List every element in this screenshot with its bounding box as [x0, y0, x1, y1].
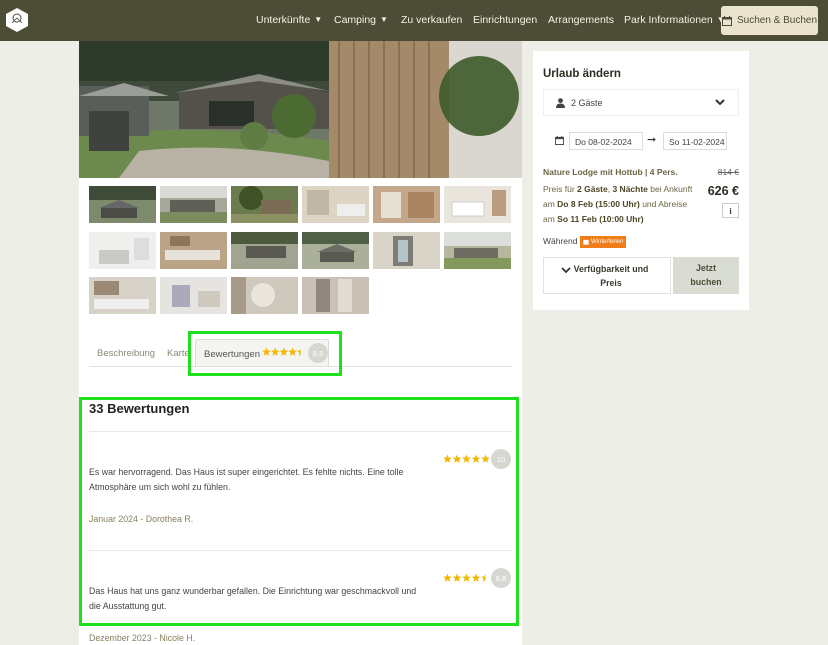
- gallery-thumbnail[interactable]: [160, 277, 227, 314]
- arrow-right-icon: ➞: [647, 134, 657, 146]
- chevron-down-icon: [561, 267, 571, 274]
- price-description: Preis für 2 Gäste, 3 Nächte bei Ankunft …: [543, 184, 693, 224]
- hero-image[interactable]: [79, 41, 522, 178]
- chevron-down-icon: [715, 99, 725, 106]
- old-price: 814 €: [717, 167, 739, 177]
- book-now-button[interactable]: Jetzt buchen: [673, 257, 739, 294]
- gallery-thumbnail[interactable]: [302, 232, 369, 269]
- date-range: Do 08-02-2024 ➞ So 11-02-2024: [543, 129, 739, 153]
- photo-gallery: [79, 178, 522, 321]
- gallery-thumbnail[interactable]: [89, 186, 156, 223]
- availability-button[interactable]: Verfügbarkeit und Preis: [543, 257, 671, 294]
- date-to-field[interactable]: So 11-02-2024: [663, 132, 727, 150]
- tab-karte[interactable]: Karte: [167, 348, 190, 359]
- period-label: Während: [543, 236, 578, 246]
- gallery-thumbnail[interactable]: [231, 277, 298, 314]
- date-from-field[interactable]: Do 08-02-2024: [569, 132, 643, 150]
- gallery-thumbnail[interactable]: [89, 277, 156, 314]
- nav-item-einrichtungen[interactable]: Einrichtungen: [473, 14, 537, 26]
- current-price: 626 €: [707, 184, 739, 198]
- guests-select[interactable]: 2 Gäste: [543, 89, 739, 116]
- nav-item-arrangements[interactable]: Arrangements: [548, 14, 614, 26]
- gallery-thumbnail[interactable]: [231, 232, 298, 269]
- booking-panel: Urlaub ändern 2 Gäste Do 08-02-2024 ➞ So…: [533, 51, 749, 310]
- gallery-thumbnail[interactable]: [231, 186, 298, 223]
- nav-item-zu-verkaufen[interactable]: Zu verkaufen: [401, 14, 462, 26]
- search-book-button[interactable]: Suchen & Buchen: [721, 6, 818, 35]
- gallery-thumbnail[interactable]: [302, 277, 369, 314]
- season-badge: Winterferien: [580, 236, 627, 248]
- nav-item-park-informationen[interactable]: Park Informationen▼: [624, 14, 725, 26]
- price-info-button[interactable]: i: [722, 203, 739, 218]
- gallery-thumbnail[interactable]: [302, 186, 369, 223]
- gallery-thumbnail[interactable]: [160, 186, 227, 223]
- chevron-down-icon: ▼: [314, 15, 323, 24]
- calendar-icon: [721, 15, 732, 26]
- nav-item-unterkuenfte[interactable]: Unterkünfte ▼: [256, 14, 322, 26]
- gallery-thumbnail[interactable]: [373, 232, 440, 269]
- gallery-thumbnail[interactable]: [373, 186, 440, 223]
- review-date-author: Dezember 2023 - Nicole H.: [89, 633, 196, 643]
- highlight-reviews-section: [79, 397, 519, 626]
- chevron-down-icon: ▼: [380, 15, 388, 24]
- gallery-thumbnail[interactable]: [444, 232, 511, 269]
- nav-item-camping[interactable]: Camping ▼: [334, 14, 388, 26]
- person-icon: [556, 97, 565, 108]
- gallery-thumbnail[interactable]: [444, 186, 511, 223]
- highlight-reviews-tab: [188, 331, 342, 376]
- gallery-thumbnail[interactable]: [89, 232, 156, 269]
- park-logo-icon[interactable]: [5, 7, 29, 33]
- booking-title: Urlaub ändern: [543, 68, 621, 80]
- gallery-thumbnail[interactable]: [160, 232, 227, 269]
- product-name: Nature Lodge mit Hottub | 4 Pers.: [543, 167, 678, 177]
- calendar-icon: [583, 239, 589, 245]
- tab-beschreibung[interactable]: Beschreibung: [97, 348, 155, 359]
- top-navbar: Unterkünfte ▼ Camping ▼ Zu verkaufen Einri…: [0, 0, 828, 41]
- calendar-icon: [555, 136, 564, 145]
